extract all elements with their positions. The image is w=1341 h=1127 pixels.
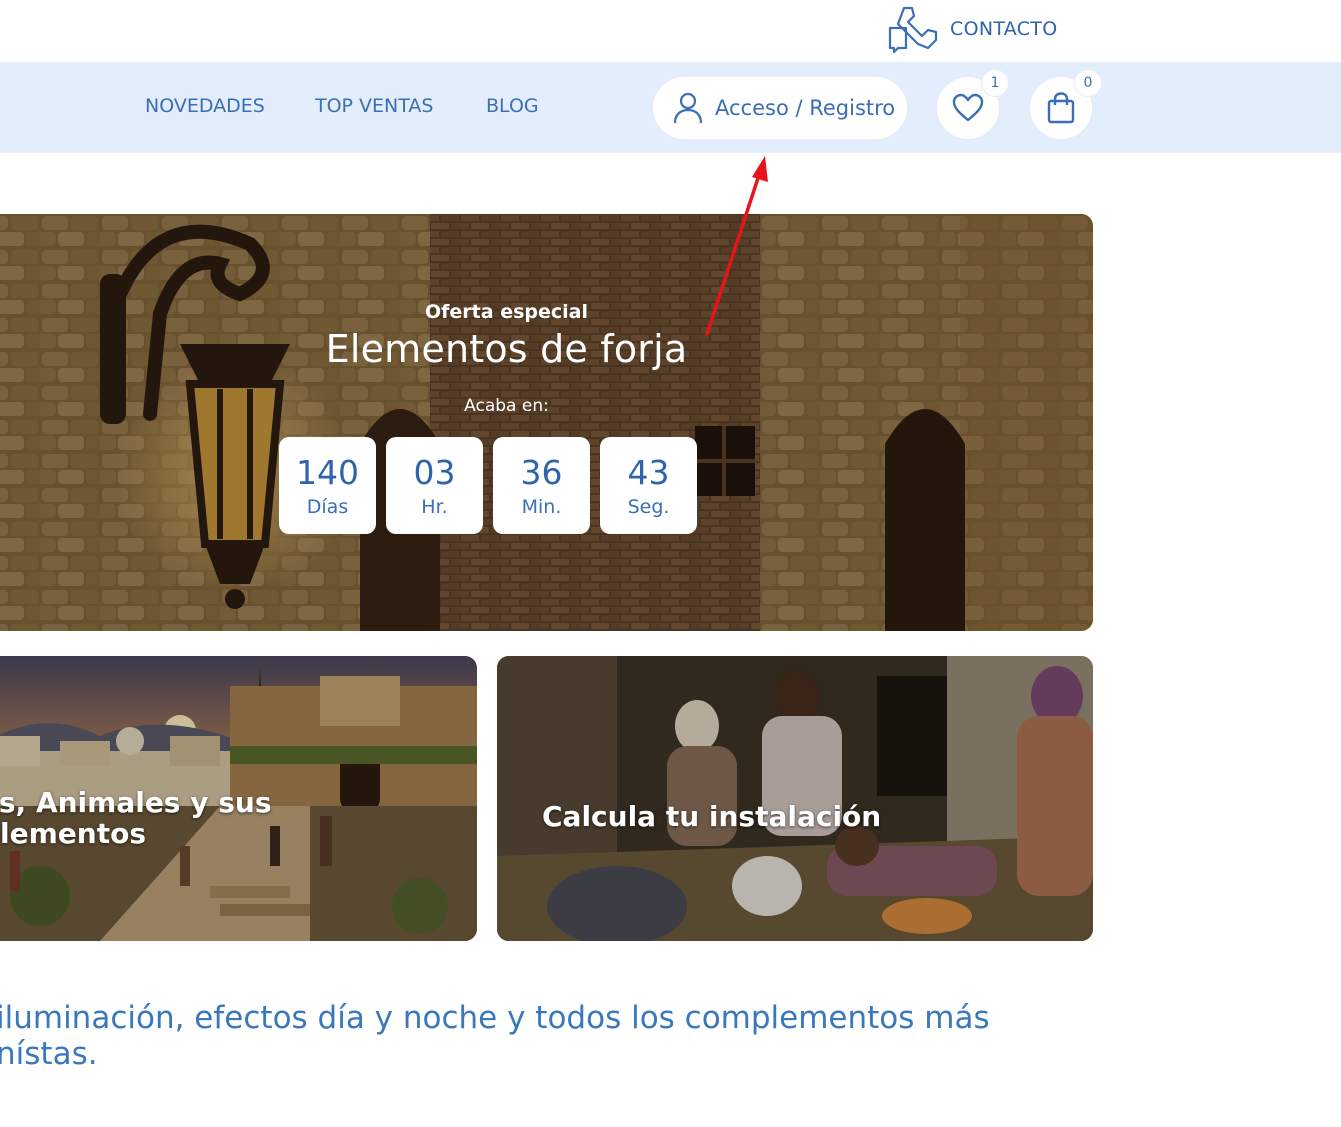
countdown-minutes-label: Min.: [521, 495, 562, 518]
hero-kicker: Oferta especial: [425, 301, 588, 323]
cart-button[interactable]: 0: [1030, 69, 1102, 139]
nav-item-top-ventas[interactable]: TOP VENTAS: [315, 95, 433, 117]
annotation-arrow-icon: [705, 156, 768, 336]
countdown-hours-value: 03: [413, 452, 456, 492]
top-bar: CONTACTO: [0, 0, 1341, 62]
category-card-title-line2: plementos: [0, 817, 147, 850]
intro-description-line1: iluminación, efectos día y noche y todos…: [0, 1000, 990, 1036]
intro-description: iluminación, efectos día y noche y todos…: [0, 1000, 1056, 1072]
countdown: 140 Días 03 Hr. 36 Min. 43 Seg.: [279, 437, 697, 534]
intro-description-line2: nístas.: [0, 1036, 98, 1072]
nav-item-novedades[interactable]: NOVEDADES: [145, 95, 265, 117]
countdown-minutes-value: 36: [520, 452, 563, 492]
nav-item-blog[interactable]: BLOG: [486, 95, 539, 117]
hero-banner[interactable]: Oferta especial Elementos de forja Acaba…: [0, 214, 1093, 631]
countdown-hours-label: Hr.: [421, 495, 448, 518]
hero-ends-label: Acaba en:: [464, 396, 549, 416]
category-card-installation[interactable]: Calcula tu instalación: [497, 656, 1093, 941]
countdown-days-value: 140: [296, 452, 359, 492]
contact-label: CONTACTO: [950, 18, 1058, 40]
heart-icon: [952, 93, 984, 122]
contact-link[interactable]: CONTACTO: [884, 4, 1057, 54]
phone-icon: [888, 6, 938, 54]
wishlist-button[interactable]: 1: [937, 69, 1009, 139]
countdown-minutes: 36 Min.: [493, 437, 590, 534]
category-card-figures[interactable]: as, Animales y sus plementos: [0, 656, 477, 941]
category-card-title: Calcula tu instalación: [542, 800, 882, 833]
wishlist-count-badge: 1: [981, 69, 1009, 97]
countdown-seconds-value: 43: [627, 452, 670, 492]
countdown-days-label: Días: [306, 495, 349, 518]
card-shade: [497, 656, 1093, 941]
countdown-seconds: 43 Seg.: [600, 437, 697, 534]
login-register-label: Acceso / Registro: [715, 96, 896, 120]
hero-title: Elementos de forja: [325, 327, 688, 371]
cart-count-badge: 0: [1074, 69, 1102, 97]
login-register-button[interactable]: Acceso / Registro: [653, 77, 907, 139]
countdown-days: 140 Días: [279, 437, 376, 534]
category-card-title: as, Animales y sus plementos: [0, 787, 280, 849]
countdown-hours: 03 Hr.: [386, 437, 483, 534]
hero-content: Oferta especial Elementos de forja Acaba…: [0, 214, 1013, 631]
main-nav: NOVEDADES TOP VENTAS BLOG Acceso / Regis…: [0, 62, 1341, 153]
countdown-seconds-label: Seg.: [627, 495, 670, 518]
category-card-title-line1: as, Animales y sus: [0, 786, 272, 819]
shopping-bag-icon: [1047, 92, 1075, 124]
user-icon: [673, 92, 703, 124]
